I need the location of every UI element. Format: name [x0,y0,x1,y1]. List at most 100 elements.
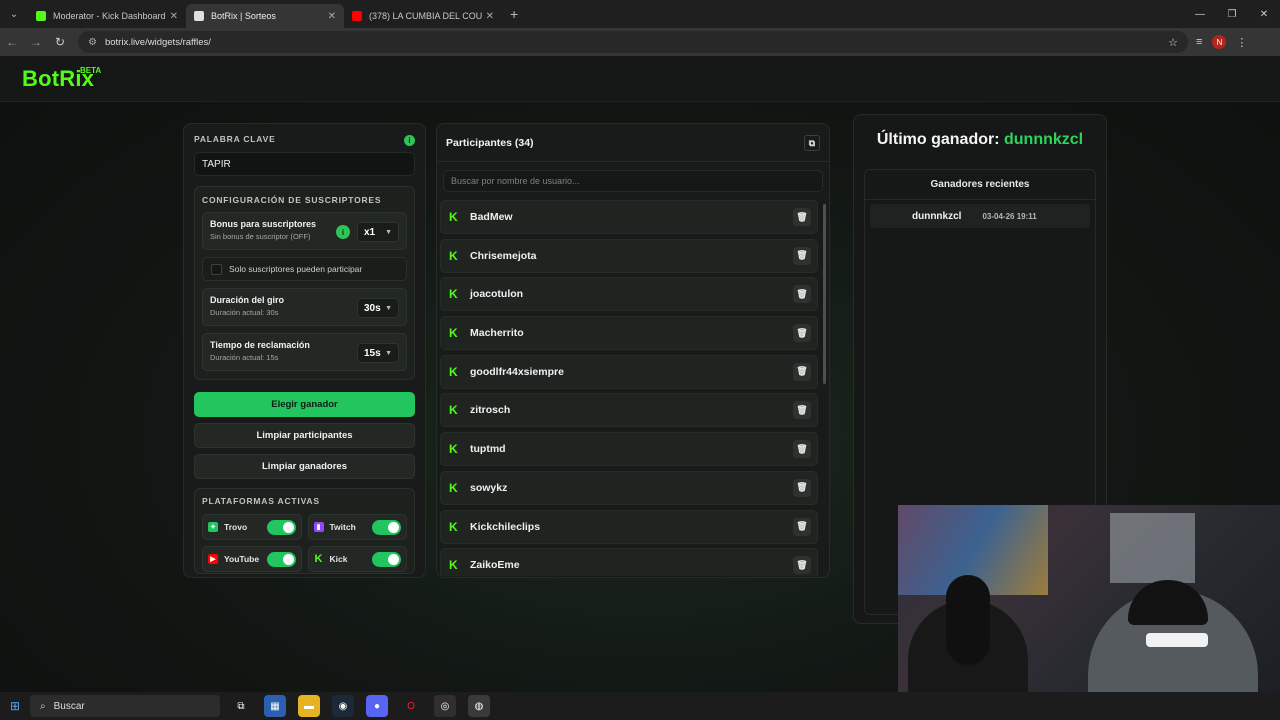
trash-icon[interactable]: 🗑 [793,556,811,575]
chevron-down-icon: ▼ [385,349,392,357]
profile-avatar[interactable]: N [1212,35,1227,49]
participant-name: ZaikoEme [470,559,520,572]
bonus-info-icon[interactable]: i [336,225,350,239]
search-icon: ⌕ [40,700,46,712]
platform-label: YouTube [224,554,260,564]
claim-time-value: 15s [364,347,381,359]
trash-icon[interactable]: 🗑 [793,478,811,497]
taskbar-search-label: Buscar [53,700,85,712]
kick-icon: K [449,519,458,534]
active-platforms-section: PLATAFORMAS ACTIVAS ✦ Trovo ▮ Twitch ▶ Y… [194,488,415,574]
windows-start-icon[interactable]: ⊞ [0,699,30,713]
chevron-down-icon: ▼ [385,304,392,312]
list-item: K Chrisemejota 🗑 [440,238,818,273]
chrome-icon[interactable]: ◍ [468,695,490,717]
forward-arrow-icon[interactable]: → [24,35,48,49]
participant-name: zitrosch [470,404,511,417]
trovo-icon: ✦ [208,522,218,532]
store-icon[interactable]: ▦ [264,695,286,717]
list-item: K BadMew 🗑 [440,200,818,234]
bonus-multiplier-select[interactable]: x1 ▼ [357,222,399,242]
back-arrow-icon[interactable]: ← [0,35,24,49]
trovo-toggle[interactable] [266,520,296,535]
claim-time-select[interactable]: 15s ▼ [357,343,399,363]
taskbar-search[interactable]: ⌕ Buscar [30,695,220,717]
recent-winners-title: Ganadores recientes [865,170,1095,200]
tab-title: (378) LA CUMBIA DEL COUNTER [369,11,482,21]
keyword-input[interactable]: TAPIR [194,152,415,176]
tab-title: BotRix | Sorteos [211,11,276,21]
trash-icon[interactable]: 🗑 [793,401,811,420]
background-window [1110,513,1195,583]
kick-toggle[interactable] [372,552,401,567]
claim-time-row: Tiempo de reclamación Duración actual: 1… [202,333,407,371]
kick-icon: K [449,287,458,302]
participants-scrollbar[interactable] [823,204,826,384]
restore-icon[interactable]: ❐ [1216,0,1248,28]
list-item: K Macherrito 🗑 [440,316,818,351]
site-settings-icon[interactable]: ⚙ [88,37,97,48]
participant-name: sowykz [470,481,508,494]
trash-icon[interactable]: 🗑 [793,208,811,226]
trash-icon[interactable]: 🗑 [793,324,811,343]
clear-winners-button[interactable]: Limpiar ganadores [194,454,415,479]
info-icon[interactable]: i [404,135,415,146]
platforms-title: PLATAFORMAS ACTIVAS [202,496,320,506]
subs-only-label: Solo suscriptores pueden participar [229,264,363,274]
platform-label: Trovo [224,522,248,532]
kick-icon: K [449,403,458,418]
tab-search-chevron-icon[interactable]: ⌄ [0,0,28,28]
participant-name: Macherrito [470,327,524,340]
trash-icon[interactable]: 🗑 [793,362,811,381]
twitch-toggle[interactable] [372,520,401,535]
kick-icon: K [314,553,323,565]
participant-name: goodlfr44xsiempre [470,365,564,378]
microphone [946,575,990,665]
glasses [1146,633,1208,647]
participant-search-input[interactable]: Buscar por nombre de usuario... [443,170,823,192]
participant-name: Chrisemejota [470,249,537,262]
beta-badge: BETA [80,66,102,75]
media-queue-icon[interactable]: ≡ [1196,36,1202,48]
kick-favicon-icon [36,11,46,21]
minimize-icon[interactable]: — [1184,0,1216,28]
copy-icon[interactable]: ⧉ [804,135,820,151]
spin-duration-select[interactable]: 30s ▼ [357,298,399,318]
clear-participants-button[interactable]: Limpiar participantes [194,423,415,448]
participants-header: Participantes (34) ⧉ [437,124,829,162]
obs-icon[interactable]: ◎ [434,695,456,717]
browser-tab-youtube[interactable]: (378) LA CUMBIA DEL COUNTER ✕ [344,4,502,28]
windows-taskbar: ⊞ ⌕ Buscar ⧉ ▦ ▬ ◉ ● O ◎ ◍ [0,692,1280,720]
subscriber-config-title: CONFIGURACIÓN DE SUSCRIPTORES [202,195,382,205]
steam-icon[interactable]: ◉ [332,695,354,717]
browser-tab-botrix[interactable]: BotRix | Sorteos ✕ [186,4,344,28]
participant-name: tuptmd [470,443,506,456]
opera-icon[interactable]: O [400,695,422,717]
list-item: Kzitrosch 🗑 [440,393,818,428]
more-menu-icon[interactable]: ⋮ [1236,36,1247,49]
discord-icon[interactable]: ● [366,695,388,717]
file-explorer-icon[interactable]: ▬ [298,695,320,717]
close-window-icon[interactable]: ✕ [1248,0,1280,28]
new-tab-plus-icon[interactable]: + [510,6,518,22]
trash-icon[interactable]: 🗑 [793,440,811,459]
close-tab-icon[interactable]: ✕ [328,11,336,22]
youtube-toggle[interactable] [266,552,296,567]
bookmark-star-icon[interactable]: ☆ [1168,36,1178,49]
task-view-icon[interactable]: ⧉ [230,695,252,717]
browser-tab-kick[interactable]: Moderator - Kick Dashboard ✕ [28,4,186,28]
platform-label: Kick [329,554,348,564]
pick-winner-button[interactable]: Elegir ganador [194,392,415,417]
spin-duration-row: Duración del giro Duración actual: 30s 3… [202,288,407,326]
subs-only-checkbox[interactable] [211,263,222,275]
last-winner-label: Último ganador: [876,131,1000,148]
reload-icon[interactable]: ↻ [48,35,72,49]
close-tab-icon[interactable]: ✕ [170,11,178,22]
list-item: Kgoodlfr44xsiempre 🗑 [440,354,818,389]
close-tab-icon[interactable]: ✕ [486,11,494,22]
trash-icon[interactable]: 🗑 [793,285,811,304]
url-field[interactable]: ⚙ botrix.live/widgets/raffles/ ☆ [78,31,1188,53]
trash-icon[interactable]: 🗑 [793,517,811,536]
subs-only-checkbox-row[interactable]: Solo suscriptores pueden participar [202,257,407,281]
trash-icon[interactable]: 🗑 [793,246,811,265]
